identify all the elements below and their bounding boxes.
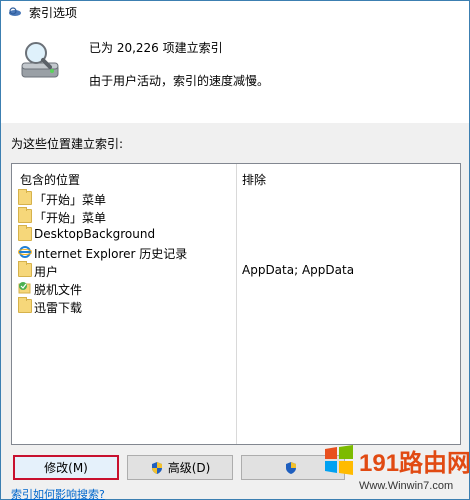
modify-button[interactable]: 修改(M) (13, 455, 119, 480)
indexing-speed-text: 由于用户活动，索引的速度减慢。 (89, 74, 270, 88)
list-item[interactable]: Internet Explorer 历史记录 (12, 244, 460, 262)
location-name: DesktopBackground (34, 227, 156, 241)
location-name: Internet Explorer 历史记录 (34, 247, 188, 261)
svg-text:Www.Winwin7.com: Www.Winwin7.com (359, 480, 453, 492)
list-item[interactable]: 脱机文件 (12, 280, 460, 298)
indexing-options-window: 索引选项 已为 20,226 项建立索引 由于用户活动，索引的速度减慢。 为这些… (0, 0, 470, 500)
location-name: 「开始」菜单 (34, 211, 107, 225)
folder-icon (18, 225, 32, 241)
list-item[interactable]: 「开始」菜单 (12, 207, 460, 226)
folder-icon (18, 207, 32, 223)
magnifier-drive-icon (16, 37, 64, 85)
list-item[interactable]: 「开始」菜单 (12, 189, 460, 208)
column-header-excluded[interactable]: 排除 (242, 171, 266, 188)
folder-icon (18, 297, 32, 313)
folder-icon (18, 261, 32, 277)
location-name: 「开始」菜单 (34, 193, 107, 207)
title-bar[interactable]: 索引选项 (1, 1, 469, 23)
column-header-included[interactable]: 包含的位置 (20, 171, 80, 188)
internet-explorer-icon (17, 245, 33, 259)
list-item[interactable]: DesktopBackground (12, 225, 460, 244)
folder-icon (18, 189, 32, 205)
indexed-locations-list[interactable]: 包含的位置 排除 「开始」菜单 「开始」菜单 DesktopBackground (11, 163, 461, 445)
modify-button-label: 修改(M) (44, 461, 88, 475)
indexing-options-app-icon (7, 4, 23, 20)
offline-files-icon (18, 281, 32, 295)
location-excluded: AppData; AppData (242, 263, 355, 277)
location-name: 脱机文件 (34, 283, 83, 297)
site-watermark: 191路由网 Www.Winwin7.com (319, 441, 470, 499)
location-name: 用户 (34, 265, 59, 279)
location-name: 迅雷下载 (34, 301, 83, 315)
list-item[interactable]: 迅雷下载 (12, 297, 460, 316)
uac-shield-icon (284, 461, 298, 475)
advanced-button[interactable]: 高级(D) (127, 455, 233, 480)
list-item[interactable]: 用户 AppData; AppData (12, 261, 460, 280)
window-title: 索引选项 (29, 5, 78, 20)
uac-shield-icon (150, 461, 164, 475)
locations-section-label: 为这些位置建立索引: (11, 137, 124, 151)
indexing-help-link[interactable]: 索引如何影响搜索? (11, 486, 105, 500)
svg-text:191路由网: 191路由网 (359, 449, 469, 477)
advanced-button-label: 高级(D) (167, 461, 211, 475)
indexed-count-text: 已为 20,226 项建立索引 (89, 41, 223, 55)
